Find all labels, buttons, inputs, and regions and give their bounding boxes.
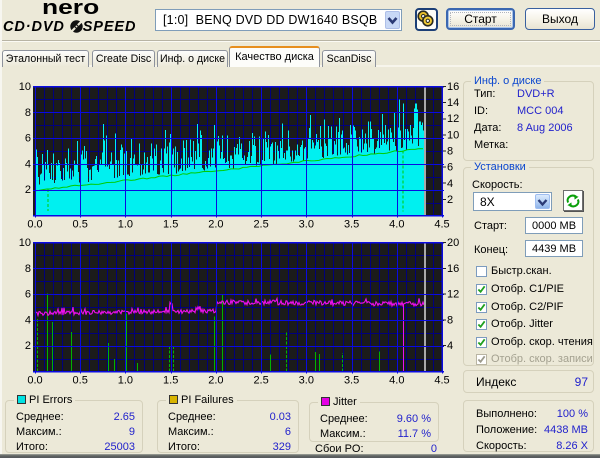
svg-text:3.0: 3.0 [299, 219, 314, 231]
svg-text:2.0: 2.0 [208, 219, 223, 231]
svg-text:2: 2 [25, 184, 31, 196]
svg-text:10: 10 [447, 129, 459, 141]
svg-text:1.0: 1.0 [118, 219, 133, 231]
svg-text:4.5: 4.5 [434, 219, 449, 231]
svg-text:4: 4 [447, 178, 453, 190]
svg-text:12: 12 [447, 289, 459, 301]
svg-text:6: 6 [447, 162, 453, 174]
svg-text:8: 8 [25, 107, 31, 119]
svg-text:6: 6 [25, 289, 31, 301]
svg-text:2: 2 [25, 340, 31, 352]
svg-text:3.5: 3.5 [344, 219, 359, 231]
svg-text:4.0: 4.0 [389, 219, 404, 231]
svg-text:8: 8 [25, 263, 31, 275]
svg-text:12: 12 [447, 113, 459, 125]
svg-text:0.0: 0.0 [27, 219, 42, 231]
svg-text:10: 10 [19, 81, 31, 93]
svg-text:1.5: 1.5 [163, 219, 178, 231]
svg-text:0.5: 0.5 [73, 219, 88, 231]
svg-text:8: 8 [447, 146, 453, 158]
svg-text:10: 10 [19, 237, 31, 249]
svg-text:16: 16 [447, 81, 459, 93]
svg-text:14: 14 [447, 97, 459, 109]
svg-text:8: 8 [447, 314, 453, 326]
svg-text:4: 4 [25, 314, 31, 326]
svg-text:2: 2 [447, 194, 453, 206]
svg-text:2.5: 2.5 [253, 219, 268, 231]
svg-text:4: 4 [447, 340, 453, 352]
svg-text:6: 6 [25, 133, 31, 145]
svg-text:4: 4 [25, 158, 31, 170]
svg-text:16: 16 [447, 263, 459, 275]
svg-text:20: 20 [447, 237, 459, 249]
